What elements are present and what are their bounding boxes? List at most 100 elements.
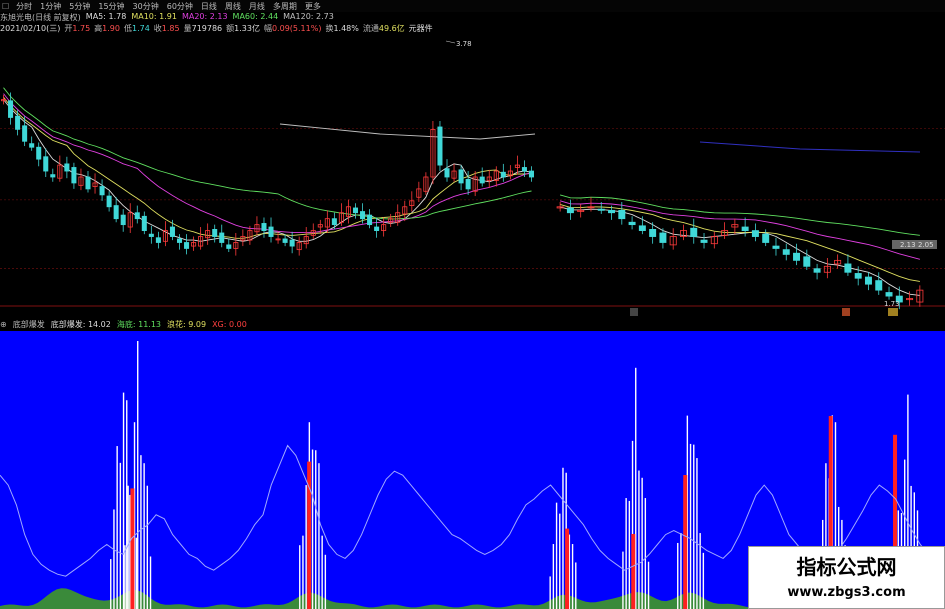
indicator-white-bar xyxy=(625,498,627,609)
period-tab-4[interactable]: 30分钟 xyxy=(129,1,163,12)
indicator-white-bar xyxy=(699,533,701,609)
indicator-white-bar xyxy=(122,392,125,609)
candle-body xyxy=(8,100,14,118)
period-tab-0[interactable]: 分时 xyxy=(12,1,36,12)
ma120-line-late xyxy=(699,141,921,153)
candle-body xyxy=(36,146,42,160)
candle-body xyxy=(331,218,337,226)
candle-body xyxy=(289,239,295,247)
indicator-white-bar xyxy=(146,485,149,609)
ma20-line-late xyxy=(559,200,921,260)
low-marker-label: 1.73 xyxy=(884,300,900,308)
candle-late-body xyxy=(700,239,708,243)
candle-body xyxy=(268,226,274,237)
candle-body xyxy=(367,214,373,226)
candle-body xyxy=(50,174,56,178)
turnover-readout: 换1.48% xyxy=(325,24,359,33)
period-tab-10[interactable]: 更多 xyxy=(301,1,325,12)
site-watermark: 指标公式网 www.zbgs3.com xyxy=(748,546,945,609)
price-chart[interactable]: 3.78 2.13 2.05 1.73 xyxy=(0,34,945,320)
indicator-white-bar xyxy=(302,535,304,609)
candle-body xyxy=(261,223,267,231)
ma5-line xyxy=(3,99,532,242)
period-toolbar: ☐ 分时 1分钟 5分钟 15分钟 30分钟 60分钟 日线 周线 月线 多周期 更多 xyxy=(0,0,945,12)
indicator-white-bar xyxy=(559,513,561,609)
candle-late-body xyxy=(864,276,872,285)
candle-late-body xyxy=(690,227,698,237)
indicator-white-bar xyxy=(299,545,301,609)
indicator-s2-readout: 浪花: 9.09 xyxy=(167,319,207,329)
candle-late-body xyxy=(762,233,770,243)
candle-body xyxy=(71,167,77,184)
mid-marker-label: 2.05 xyxy=(918,241,934,249)
indicator-white-bar xyxy=(110,559,112,609)
candle-late-body xyxy=(875,280,883,291)
indicator-white-bar xyxy=(318,463,320,609)
candle-body xyxy=(374,226,380,231)
indicator-red-bar xyxy=(683,475,688,609)
ma10-line xyxy=(3,96,532,239)
period-tab-5[interactable]: 60分钟 xyxy=(163,1,197,12)
period-tab-9[interactable]: 多周期 xyxy=(269,1,301,12)
volume-readout: 量719786 xyxy=(183,24,223,33)
indicator-white-bar xyxy=(143,463,145,609)
indicator-white-bar xyxy=(571,544,574,609)
ma60-readout: MA60: 2.44 xyxy=(232,12,279,21)
period-tab-3[interactable]: 15分钟 xyxy=(94,1,128,12)
candle-late-body xyxy=(803,256,811,267)
toolbar-menu-icon[interactable]: ☐ xyxy=(0,2,12,11)
quote-date: 2021/02/10(三) xyxy=(0,24,61,33)
candle-body xyxy=(64,163,70,172)
indicator-white-bar xyxy=(647,561,650,609)
ma60-line xyxy=(3,87,532,220)
candle-body xyxy=(226,244,232,249)
candle-body xyxy=(528,170,534,178)
candle-body xyxy=(15,115,21,130)
change-readout: 幅0.09(5.11%) xyxy=(263,24,322,33)
ma-info-line: 东旭光电(日线 前复权) MA5: 1.78 MA10: 1.91 MA20: … xyxy=(0,12,334,23)
period-tab-7[interactable]: 周线 xyxy=(221,1,245,12)
high-readout: 高1.90 xyxy=(94,24,120,33)
indicator-white-bar xyxy=(315,450,317,609)
candle-body xyxy=(219,232,225,243)
ma120-line xyxy=(279,123,536,140)
indicator-white-bar xyxy=(575,562,577,609)
indicator-name: 底部爆发 xyxy=(12,319,45,329)
candle-body xyxy=(437,126,443,166)
indicator-red-bar xyxy=(130,488,135,609)
period-tab-8[interactable]: 月线 xyxy=(245,1,269,12)
candle-late-body xyxy=(844,263,852,273)
sector-label: 元器件 xyxy=(408,24,433,33)
indicator-s1-readout: 海底: 11.13 xyxy=(116,319,162,329)
candle-body xyxy=(106,195,112,208)
quote-info-line: 2021/02/10(三) 开1.75 高1.90 低1.74 收1.85 量7… xyxy=(0,23,433,34)
high-marker-label: 3.78 xyxy=(456,40,472,48)
period-tab-1[interactable]: 1分钟 xyxy=(36,1,65,12)
ma20-line xyxy=(3,93,532,234)
indicator-s3-readout: XG: 0.00 xyxy=(212,319,247,329)
indicator-settings-icon[interactable]: ⊕ xyxy=(0,320,7,329)
candle-late-body xyxy=(608,209,616,214)
candle-late-body xyxy=(885,292,893,297)
ma10-line-late xyxy=(559,203,920,282)
indicator-white-bar xyxy=(680,533,682,609)
candle-late-body xyxy=(813,268,821,273)
ma10-readout: MA10: 1.91 xyxy=(131,12,177,21)
period-tab-2[interactable]: 5分钟 xyxy=(65,1,94,12)
high-marker-line xyxy=(445,40,456,44)
candle-body xyxy=(444,168,450,178)
event-flag-1 xyxy=(630,308,638,316)
candle-body xyxy=(22,125,28,142)
candle-body xyxy=(176,238,183,243)
indicator-white-bar xyxy=(638,470,640,609)
indicator-white-bar xyxy=(127,485,129,609)
candle-late-body xyxy=(628,221,636,226)
candle-late-body xyxy=(782,249,790,255)
ma120-readout: MA120: 2.73 xyxy=(283,12,334,21)
candle-body xyxy=(43,156,49,172)
indicator-white-bar xyxy=(321,535,323,609)
indicator-white-bar xyxy=(113,509,115,609)
indicator-white-bar xyxy=(135,537,138,609)
period-tab-6[interactable]: 日线 xyxy=(197,1,221,12)
candle-late-body xyxy=(618,209,626,220)
